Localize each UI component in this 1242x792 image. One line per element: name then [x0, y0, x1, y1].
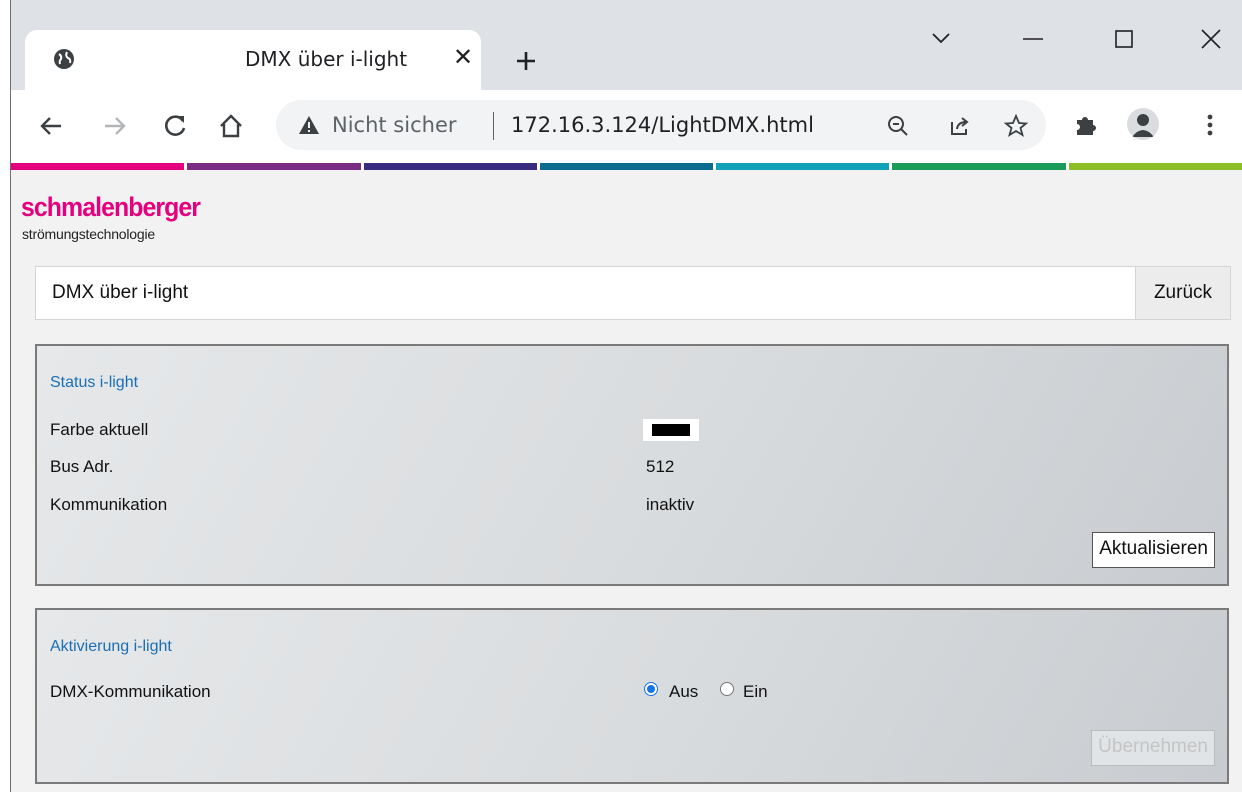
address-bar[interactable]: Nicht sicher 172.16.3.124/LightDMX.html — [276, 100, 1046, 150]
minimize-icon[interactable] — [1013, 22, 1053, 56]
refresh-button[interactable]: Aktualisieren — [1092, 532, 1215, 568]
home-icon[interactable] — [217, 112, 245, 140]
stripe-segment — [539, 163, 714, 170]
radio-off-label[interactable]: Aus — [669, 682, 698, 702]
logo-tagline: strömungstechnologie — [22, 226, 155, 242]
status-panel-title: Status i-light — [50, 374, 139, 391]
share-icon[interactable] — [948, 114, 972, 138]
bus-address-label: Bus Adr. — [50, 457, 114, 476]
back-button[interactable]: Zurück — [1135, 267, 1230, 319]
tab-search-chevron-icon[interactable] — [921, 22, 961, 56]
page-header-bar: DMX über i-light Zurück — [35, 266, 1231, 320]
page-content: schmalenberger strömungstechnologie DMX … — [11, 170, 1242, 792]
page-title: DMX über i-light — [52, 282, 189, 303]
tab-active[interactable]: DMX über i-light ✕ — [25, 30, 481, 90]
stripe-segment — [1068, 163, 1242, 170]
security-label[interactable]: Nicht sicher — [332, 113, 457, 137]
forward-arrow-icon[interactable] — [101, 112, 129, 140]
url-text[interactable]: 172.16.3.124/LightDMX.html — [511, 113, 814, 137]
stripe-segment — [892, 163, 1066, 170]
current-color-label: Farbe aktuell — [50, 420, 149, 439]
status-panel: Status i-light Farbe aktuell Bus Adr. 51… — [35, 344, 1229, 586]
bus-address-value: 512 — [646, 457, 675, 476]
browser-toolbar: Nicht sicher 172.16.3.124/LightDMX.html — [11, 90, 1242, 160]
activation-panel-title: Aktivierung i-light — [50, 638, 172, 655]
menu-kebab-icon[interactable] — [1197, 112, 1223, 138]
maximize-icon[interactable] — [1103, 22, 1143, 56]
close-window-icon[interactable] — [1191, 22, 1231, 56]
stripe-segment — [11, 163, 185, 170]
stripe-segment — [187, 163, 361, 170]
company-logo: schmalenberger strömungstechnologie — [21, 192, 221, 252]
address-separator — [493, 112, 494, 140]
browser-window: DMX über i-light ✕ Nicht sicher 172.16.3… — [0, 0, 1242, 792]
communication-value: inaktiv — [646, 495, 695, 514]
extensions-puzzle-icon[interactable] — [1073, 112, 1099, 138]
warning-icon[interactable] — [298, 115, 320, 135]
tab-close-icon[interactable]: ✕ — [449, 44, 477, 72]
radio-on-label[interactable]: Ein — [743, 682, 768, 702]
current-color-swatch — [643, 419, 699, 441]
logo-wordmark: schmalenberger — [21, 192, 201, 222]
tab-strip: DMX über i-light ✕ — [11, 0, 1242, 90]
communication-label: Kommunikation — [50, 495, 168, 514]
radio-on[interactable] — [720, 682, 734, 696]
color-fill — [652, 424, 690, 436]
new-tab-icon[interactable] — [511, 46, 541, 76]
desktop-edge — [0, 0, 10, 792]
stripe-segment — [716, 163, 890, 170]
dmx-communication-label: DMX-Kommunikation — [50, 682, 211, 701]
tab-title: DMX über i-light — [245, 47, 408, 71]
apply-button[interactable]: Übernehmen — [1091, 730, 1215, 766]
stripe-segment — [363, 163, 537, 170]
reload-icon[interactable] — [161, 112, 189, 140]
zoom-out-icon[interactable] — [886, 114, 910, 138]
brand-color-stripe — [11, 163, 1242, 170]
activation-panel: Aktivierung i-light DMX-Kommunikation Au… — [35, 608, 1229, 784]
back-arrow-icon[interactable] — [37, 112, 65, 140]
globe-icon — [54, 49, 74, 69]
profile-avatar-icon[interactable] — [1127, 108, 1159, 140]
radio-off[interactable] — [644, 682, 658, 696]
bookmark-star-icon[interactable] — [1004, 114, 1028, 138]
